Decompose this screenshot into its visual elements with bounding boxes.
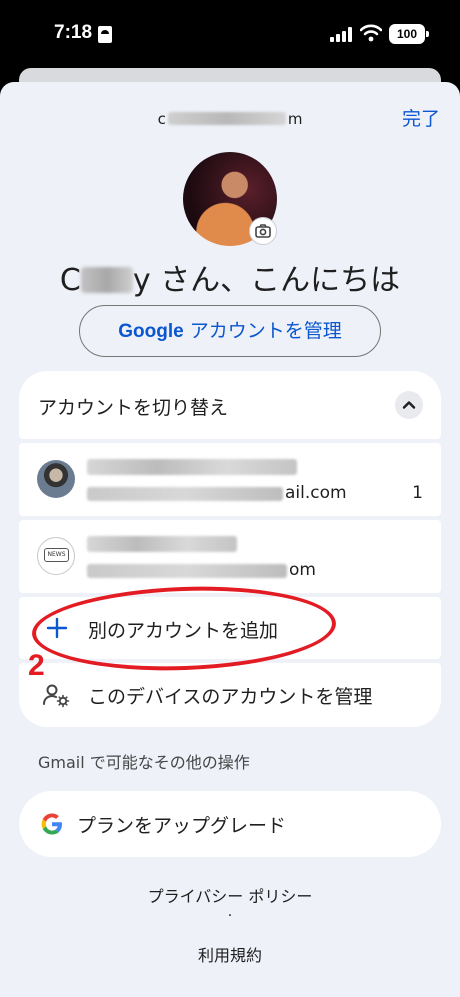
redacted-account-name: [87, 536, 237, 552]
add-account-label: 別のアカウントを追加: [88, 620, 279, 642]
wifi-icon: [360, 24, 382, 42]
current-account-email: cm: [157, 110, 303, 128]
switch-account-title: アカウントを切り替え: [38, 397, 229, 419]
google-g-icon: [41, 813, 62, 835]
switch-account-header[interactable]: アカウントを切り替え: [19, 371, 441, 439]
redacted-account-email: [87, 564, 287, 578]
manage-accounts-icon: [43, 684, 70, 708]
cellular-signal-icon: [330, 26, 354, 42]
unread-count: 1: [412, 483, 423, 503]
redacted-account-email: [87, 487, 283, 501]
terms-of-service-link[interactable]: 利用規約: [0, 942, 460, 966]
annotation-step-number: 2: [28, 649, 45, 682]
redacted-email: [167, 112, 286, 125]
add-another-account-button[interactable]: 別のアカウントを追加: [19, 597, 441, 659]
upgrade-plan-button[interactable]: プランをアップグレード: [19, 791, 441, 857]
greeting: Cy さん、こんにちは: [59, 263, 401, 298]
footer-separator: ·: [227, 908, 233, 924]
status-bar: 7:18 100: [0, 0, 460, 68]
manage-device-accounts-button[interactable]: このデバイスのアカウントを管理: [19, 663, 441, 727]
account-email-suffix: ail.com: [285, 483, 347, 503]
account-row[interactable]: ail.com 1: [19, 443, 441, 516]
privacy-policy-link[interactable]: プライバシー ポリシー: [0, 883, 460, 907]
chevron-up-icon[interactable]: [395, 391, 423, 419]
id-card-icon: [98, 26, 112, 43]
account-avatar: NEWS: [37, 537, 75, 575]
gmail-more-heading: Gmail で可能なその他の操作: [38, 753, 250, 772]
camera-icon[interactable]: [249, 217, 277, 245]
manage-google-account-button[interactable]: Google アカウントを管理: [79, 305, 381, 357]
status-time: 7:18: [54, 22, 93, 43]
account-row[interactable]: NEWS om: [19, 520, 441, 593]
account-sheet: cm 完了 Cy さん、こんにちは Google アカウントを管理 アカウントを…: [0, 82, 460, 997]
news-icon: NEWS: [44, 548, 69, 562]
plus-icon: [46, 617, 68, 639]
done-button[interactable]: 完了: [402, 104, 440, 131]
battery-indicator: 100: [389, 24, 429, 44]
redacted-name: [80, 267, 133, 293]
account-avatar: [37, 460, 75, 498]
upgrade-plan-label: プランをアップグレード: [77, 815, 287, 837]
redacted-account-name: [87, 459, 297, 475]
account-email-suffix: om: [289, 560, 316, 580]
manage-device-accounts-label: このデバイスのアカウントを管理: [88, 686, 373, 708]
